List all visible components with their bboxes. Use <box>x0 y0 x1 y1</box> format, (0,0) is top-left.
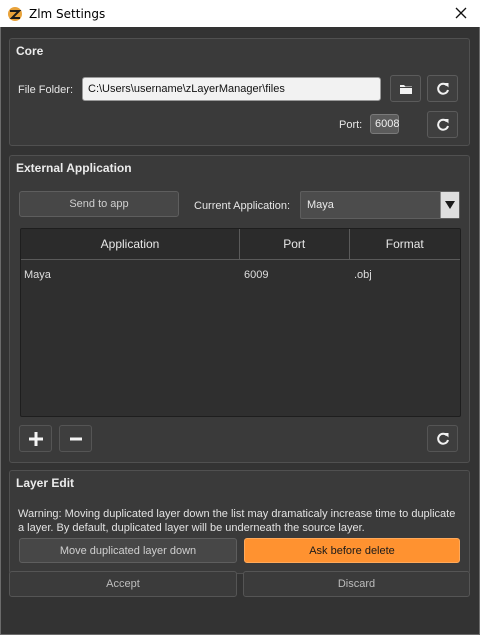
current-application-value: Maya <box>307 199 334 211</box>
port-input[interactable]: 6008 <box>370 114 399 134</box>
folder-icon <box>399 84 412 94</box>
refresh-applications-button[interactable] <box>427 425 458 452</box>
external-application-group: External Application Send to app Current… <box>9 155 470 463</box>
file-folder-input[interactable]: C:\Users\username\zLayerManager\files <box>82 77 381 101</box>
move-duplicated-layer-down-button[interactable]: Move duplicated layer down <box>19 538 237 563</box>
add-application-button[interactable] <box>19 425 52 452</box>
core-group-title: Core <box>16 44 44 58</box>
refresh-icon <box>436 82 449 95</box>
browse-folder-button[interactable] <box>390 75 421 102</box>
discard-button[interactable]: Discard <box>243 571 470 597</box>
refresh-port-button[interactable] <box>427 111 458 138</box>
chevron-down-icon[interactable] <box>440 192 459 218</box>
column-header-application[interactable]: Application <box>21 229 240 259</box>
cell-application: Maya <box>24 269 51 281</box>
window-title: Zlm Settings <box>29 6 106 21</box>
current-application-label: Current Application: <box>194 200 290 212</box>
app-icon <box>8 6 22 21</box>
cell-format: .obj <box>354 269 372 281</box>
title-bar: Zlm Settings <box>0 0 480 27</box>
table-row[interactable]: Maya 6009 .obj <box>21 260 460 290</box>
layer-edit-title: Layer Edit <box>16 476 75 490</box>
port-label: Port: <box>339 119 363 131</box>
layer-edit-warning: Warning: Moving duplicated layer down th… <box>18 508 456 534</box>
table-header: Application Port Format <box>21 229 460 260</box>
minus-icon <box>69 437 82 440</box>
send-to-app-button[interactable]: Send to app <box>19 191 179 217</box>
column-header-port[interactable]: Port <box>240 229 350 259</box>
close-icon[interactable] <box>452 4 470 22</box>
remove-application-button[interactable] <box>59 425 92 452</box>
current-application-select[interactable]: Maya <box>300 191 460 219</box>
column-header-format[interactable]: Format <box>350 229 461 259</box>
external-group-title: External Application <box>16 161 132 175</box>
layer-edit-group: Layer Edit Warning: Moving duplicated la… <box>9 470 470 574</box>
plus-icon <box>28 431 43 446</box>
refresh-icon <box>436 432 449 445</box>
accept-button[interactable]: Accept <box>9 571 237 597</box>
applications-table: Application Port Format Maya 6009 .obj <box>20 228 461 417</box>
refresh-folder-button[interactable] <box>427 75 458 102</box>
core-group: Core File Folder: C:\Users\username\zLay… <box>9 38 470 146</box>
cell-port: 6009 <box>244 269 269 281</box>
refresh-icon <box>436 118 449 131</box>
file-folder-label: File Folder: <box>18 84 74 96</box>
ask-before-delete-button[interactable]: Ask before delete <box>244 538 460 563</box>
